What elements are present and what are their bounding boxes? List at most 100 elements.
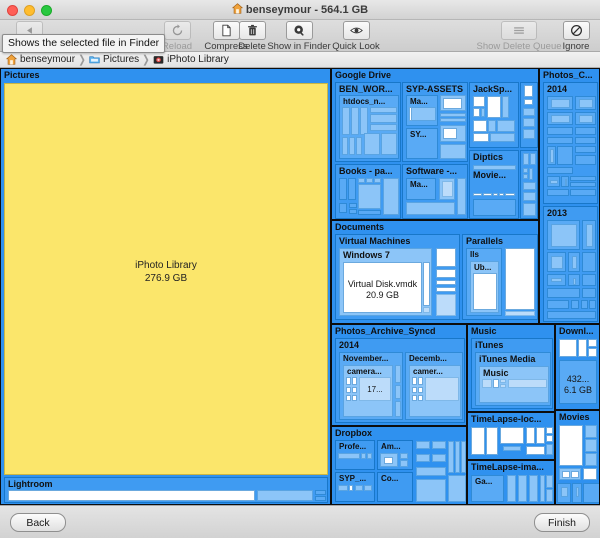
leaf[interactable] <box>442 181 453 197</box>
quick-look-button[interactable] <box>342 21 370 40</box>
leaf[interactable] <box>370 124 397 131</box>
leaf[interactable] <box>500 384 506 388</box>
leaf[interactable] <box>536 427 545 444</box>
treemap-node-profe[interactable]: Profe... <box>335 440 375 470</box>
leaf[interactable] <box>559 468 581 480</box>
treemap-node-co[interactable]: Co... <box>377 472 413 502</box>
leaf[interactable] <box>523 153 529 165</box>
leaf[interactable] <box>409 107 412 121</box>
leaf[interactable] <box>339 203 347 213</box>
leaf[interactable] <box>339 178 347 200</box>
leaf[interactable] <box>367 453 372 459</box>
leaf[interactable] <box>500 427 524 444</box>
leaf[interactable] <box>508 379 547 388</box>
leaf[interactable] <box>400 460 408 467</box>
leaf[interactable] <box>370 114 397 123</box>
leaf[interactable] <box>432 441 446 449</box>
leaf[interactable] <box>524 99 533 105</box>
leaf[interactable] <box>523 118 535 127</box>
leaf[interactable] <box>578 339 587 357</box>
leaf[interactable] <box>416 479 446 502</box>
leaf[interactable] <box>440 125 466 142</box>
leaf[interactable] <box>572 256 577 269</box>
treemap-node-software[interactable]: Software -... Ma... <box>402 164 468 219</box>
leaf[interactable] <box>395 401 401 417</box>
treemap-node-sy[interactable]: SY... <box>406 128 438 159</box>
leaf[interactable] <box>487 96 501 118</box>
leaf[interactable] <box>576 487 579 497</box>
treemap-node-gdrive-strip2[interactable] <box>520 150 538 219</box>
treemap-node-ma[interactable]: Ma... <box>406 95 438 126</box>
treemap-node-pictures[interactable]: Pictures iPhoto Library 276.9 GB Lightro… <box>0 68 331 505</box>
leaf[interactable] <box>497 120 515 132</box>
leaf[interactable] <box>547 300 569 309</box>
leaf[interactable] <box>338 485 348 491</box>
treemap-node-ben-wor[interactable]: BEN_WOR... htdocs_n... <box>335 82 401 162</box>
leaf[interactable] <box>550 180 558 184</box>
treemap-node-htdocs[interactable]: htdocs_n... <box>339 95 399 159</box>
leaf[interactable] <box>499 193 504 196</box>
leaf[interactable] <box>547 252 566 272</box>
treemap-node-december[interactable]: Decemb... camer... <box>405 352 463 420</box>
leaf[interactable] <box>338 453 360 459</box>
leaf[interactable] <box>546 444 553 455</box>
leaf[interactable] <box>443 98 462 109</box>
toolbar-item-ignore[interactable]: Ignore <box>555 20 597 52</box>
leaf[interactable] <box>568 252 580 272</box>
leaf[interactable] <box>455 441 460 473</box>
leaf[interactable] <box>547 311 596 319</box>
toolbar-item-show-delete-queue[interactable]: Show Delete Queue <box>471 20 567 52</box>
treemap-node-lightroom[interactable]: Lightroom <box>4 477 328 503</box>
leaf[interactable] <box>473 193 482 196</box>
treemap-node-archive-2014[interactable]: 2014 November... camera... 17... Decemb.… <box>335 338 465 423</box>
treemap-node-timelapse-ima[interactable]: TimeLapse-ima... Ga... <box>467 460 555 505</box>
leaf[interactable] <box>436 280 456 285</box>
leaf[interactable] <box>523 129 535 139</box>
treemap-node-virtual-disk[interactable]: Virtual Disk.vmdk 20.9 GB <box>343 262 422 313</box>
leaf[interactable] <box>547 96 573 110</box>
leaf[interactable] <box>547 146 556 165</box>
leaf[interactable] <box>575 96 596 110</box>
leaf[interactable] <box>483 193 492 196</box>
leaf[interactable] <box>547 220 580 250</box>
leaf[interactable] <box>570 189 596 196</box>
lightroom-child[interactable] <box>315 490 326 495</box>
leaf[interactable] <box>416 454 430 462</box>
leaf[interactable] <box>471 427 485 455</box>
treemap-node-ga[interactable]: Ga... <box>471 475 504 502</box>
leaf[interactable] <box>575 155 596 165</box>
leaf[interactable] <box>381 133 397 155</box>
leaf[interactable] <box>582 252 596 272</box>
leaf[interactable] <box>557 483 571 503</box>
treemap-node-downloads-file[interactable]: 432... 6.1 GB <box>559 360 597 404</box>
leaf[interactable] <box>523 182 536 190</box>
leaf[interactable] <box>547 274 566 286</box>
lightroom-child[interactable] <box>315 496 326 501</box>
leaf[interactable] <box>526 446 545 455</box>
leaf[interactable] <box>358 184 381 209</box>
leaf[interactable] <box>436 248 456 267</box>
leaf[interactable] <box>585 425 597 438</box>
leaf[interactable] <box>546 489 553 502</box>
treemap-node-syp-assets[interactable]: SYP-ASSETS Ma... SY... <box>402 82 468 162</box>
leaf[interactable] <box>505 248 535 310</box>
leaf[interactable] <box>412 395 417 401</box>
leaf[interactable] <box>551 115 570 123</box>
leaf[interactable] <box>418 387 423 393</box>
leaf[interactable] <box>473 165 516 170</box>
leaf[interactable] <box>523 174 528 179</box>
leaf[interactable] <box>436 287 456 292</box>
leaf[interactable] <box>490 133 515 142</box>
leaf[interactable] <box>524 85 533 97</box>
leaf[interactable] <box>482 379 492 388</box>
treemap-node-google-drive[interactable]: Google Drive BEN_WOR... htdocs_n... SYP-… <box>331 68 539 220</box>
treemap-node-november-camera[interactable]: camera... 17... <box>343 365 393 417</box>
leaf[interactable] <box>356 137 362 155</box>
leaf[interactable] <box>529 168 533 180</box>
breadcrumb-item-iphoto-library[interactable]: iPhoto Library <box>153 54 229 65</box>
leaf[interactable] <box>346 387 351 393</box>
leaf[interactable] <box>473 108 480 117</box>
leaf[interactable] <box>395 385 401 399</box>
leaf[interactable] <box>448 475 466 502</box>
treemap-node-timelapse-loc[interactable]: TimeLapse-loc... <box>467 412 555 460</box>
